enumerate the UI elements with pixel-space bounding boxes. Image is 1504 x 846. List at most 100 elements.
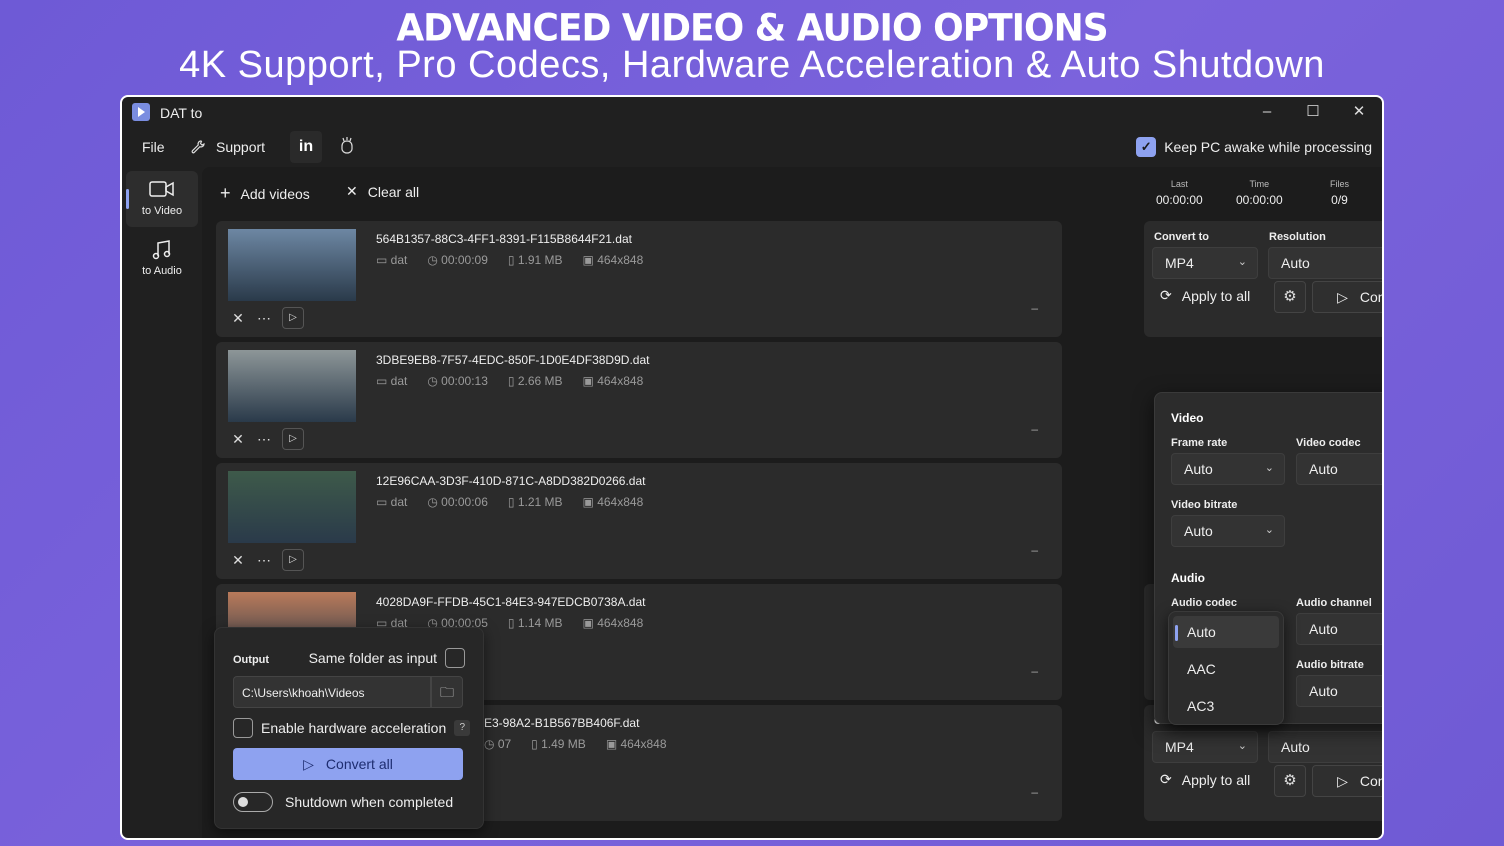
audio-bitrate-label: Audio bitrate [1296,659,1364,671]
resolution-label: Resolution [1269,231,1326,243]
sidebar-item-label: to Audio [142,265,182,277]
clear-all-button[interactable]: ✕ Clear all [346,183,419,200]
shutdown-label: Shutdown when completed [285,794,454,810]
maximize-button[interactable]: ☐ [1298,101,1328,123]
settings-gear-button[interactable]: ⚙ [1274,765,1306,797]
keep-awake-checkbox[interactable]: ✓ [1136,137,1157,157]
video-codec-select[interactable]: Auto ⌄ [1296,453,1382,485]
play-icon: ▷ [1337,288,1348,305]
video-bitrate-select[interactable]: Auto ⌄ [1171,515,1285,547]
output-path-field[interactable]: C:\Users\khoah\Videos [233,676,431,708]
preview-play-button[interactable]: ▷ [282,549,304,571]
hardware-acceleration-checkbox[interactable] [233,718,253,738]
apply-to-all-button[interactable]: ⟳ Apply to all [1160,287,1250,304]
shutdown-option[interactable]: Shutdown when completed [233,792,453,812]
play-icon: ▷ [1337,772,1348,789]
convert-all-button[interactable]: ▷ Convert all [233,748,463,780]
video-codec-value: Auto [1309,461,1338,477]
file-dimensions: ▣ 464x848 [582,253,644,267]
format-select[interactable]: MP4 ⌄ [1152,247,1258,279]
resolution-select-value: Auto [1281,255,1310,271]
same-folder-option[interactable]: Same folder as input [309,648,465,668]
file-meta: ◷ 07 ▯ 1.49 MB ▣ 464x848 [484,737,667,751]
stat-time-label: Time [1249,179,1270,189]
hardware-acceleration-label: Enable hardware acceleration [261,720,447,736]
remove-icon[interactable]: ✕ [230,552,246,569]
convert-button[interactable]: ▷ Convert [1312,765,1382,797]
stat-files-label: Files [1330,179,1350,189]
more-icon[interactable]: ⋯ [256,552,272,569]
convert-to-label: Convert to [1154,231,1209,243]
audio-codec-dropdown: Auto AAC AC3 [1168,611,1284,725]
file-row[interactable]: 3DBE9EB8-7F57-4EDC-850F-1D0E4DF38D9D.dat… [216,342,1062,458]
file-row[interactable]: 12E96CAA-3D3F-410D-871C-A8DD382D0266.dat… [216,463,1062,579]
more-icon[interactable]: ⋯ [256,310,272,327]
audio-codec-option[interactable]: Auto [1173,616,1279,648]
menu-support[interactable]: Support [190,139,265,158]
file-duration: ◷ 00:00:09 [427,253,488,267]
wrench-icon [190,139,206,158]
resolution-select[interactable]: Auto ⌄ [1268,247,1382,279]
convert-panel: Convert to Resolution MP4 ⌄ Auto ⌄ ⟳ App… [1144,221,1382,337]
row-actions: ✕ ⋯ ▷ [230,307,304,329]
audio-codec-option[interactable]: AAC [1173,653,1279,685]
add-videos-button[interactable]: + Add videos [220,183,310,204]
resolution-select-value: Auto [1281,739,1310,755]
remove-icon[interactable]: ✕ [230,310,246,327]
apply-to-all-button[interactable]: ⟳ Apply to all [1160,771,1250,788]
shutdown-toggle[interactable] [233,792,273,812]
file-name: 4028DA9F-FFDB-45C1-84E3-947EDCB0738A.dat [376,595,646,609]
minimize-button[interactable]: – [1252,101,1282,123]
plus-icon: + [220,183,231,203]
file-duration-value: 00:00:06 [441,495,488,509]
gear-icon: ⚙ [1283,772,1297,789]
app-window: DAT to – ☐ ✕ File Support in ✓ Keep PC a… [120,95,1384,840]
music-note-icon [126,239,198,261]
frame-rate-select[interactable]: Auto ⌄ [1171,453,1285,485]
audio-codec-option[interactable]: AC3 [1173,690,1279,722]
status-dash: – [1031,664,1038,678]
sidebar-item-to-audio[interactable]: to Audio [126,231,198,287]
file-duration-value: 07 [497,737,512,751]
add-videos-label: Add videos [240,185,310,202]
file-dimensions-value: 464x848 [597,253,644,267]
more-icon[interactable]: ⋯ [256,431,272,448]
linkedin-icon[interactable]: in [290,131,322,163]
chevron-down-icon: ⌄ [1237,256,1247,268]
audio-channel-select[interactable]: Auto ⌄ [1296,613,1382,645]
file-dimensions-value: 464x848 [620,737,667,751]
menu-file[interactable]: File [142,139,165,155]
file-size: ▯ 1.91 MB [507,253,563,267]
hand-wave-icon[interactable] [338,137,356,158]
video-thumbnail [228,229,356,301]
close-window-button[interactable]: ✕ [1344,101,1374,123]
help-icon[interactable]: ? [454,720,471,736]
clear-all-label: Clear all [367,183,420,200]
hardware-acceleration-option[interactable]: Enable hardware acceleration ? [233,718,471,738]
file-format-value: dat [390,374,408,388]
file-size-value: 1.49 MB [541,737,586,751]
audio-bitrate-select[interactable]: Auto ⌄ [1296,675,1382,707]
keep-awake-option[interactable]: ✓ Keep PC awake while processing [1136,137,1372,157]
settings-gear-button[interactable]: ⚙ [1274,281,1306,313]
convert-button[interactable]: ▷ Convert [1312,281,1382,313]
browse-folder-button[interactable]: 🗀 [431,676,463,708]
same-folder-label: Same folder as input [308,650,437,666]
frame-rate-label: Frame rate [1171,437,1228,449]
remove-icon[interactable]: ✕ [230,431,246,448]
preview-play-button[interactable]: ▷ [282,428,304,450]
resolution-select[interactable]: Auto ⌄ [1268,731,1382,763]
format-select[interactable]: MP4 ⌄ [1152,731,1258,763]
file-row[interactable]: 564B1357-88C3-4FF1-8391-F115B8644F21.dat… [216,221,1062,337]
video-codec-label: Video codec [1296,437,1361,449]
sidebar-item-to-video[interactable]: to Video [126,171,198,227]
file-size: ▯ 1.49 MB [531,737,586,751]
file-dimensions: ▣ 464x848 [582,616,644,630]
audio-channel-label: Audio channel [1296,597,1372,609]
file-duration: ◷ 00:00:13 [427,374,488,388]
stat-last-label: Last [1170,179,1188,189]
file-format-value: dat [390,253,408,267]
audio-bitrate-value: Auto [1309,683,1338,699]
preview-play-button[interactable]: ▷ [282,307,304,329]
same-folder-checkbox[interactable] [445,648,465,668]
